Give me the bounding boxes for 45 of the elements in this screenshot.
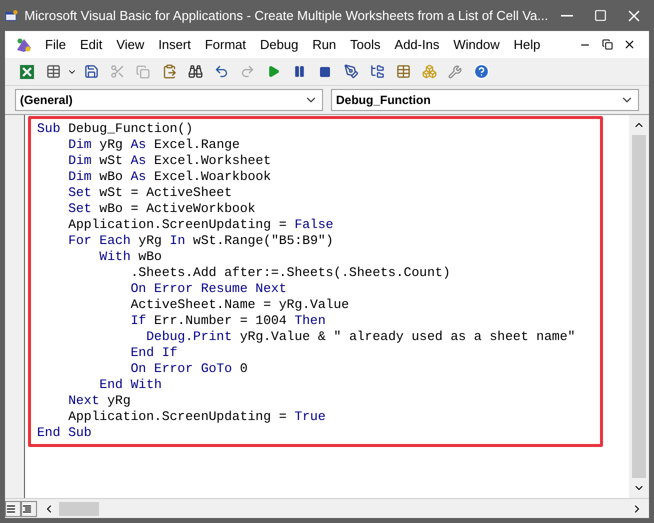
close-icon	[622, 38, 636, 51]
code-line: End If	[130, 345, 178, 361]
menu-item[interactable]: Edit	[74, 34, 108, 54]
menu-item[interactable]: Insert	[152, 34, 197, 54]
code-line: Application.ScreenUpdating = True	[67, 409, 326, 425]
code-line: Set wBo = ActiveWorkbook	[67, 201, 256, 217]
lines-icon	[22, 504, 32, 512]
menu-item[interactable]: Tools	[344, 34, 387, 54]
code-line: ActiveSheet.Name = yRg.Value	[130, 297, 350, 313]
window-title: Microsoft Visual Basic for Applications - Create Multiple Worksheets from a List of Cell Va...	[24, 6, 548, 25]
menu-item[interactable]: Format	[198, 34, 252, 54]
code-line: For Each yRg In wSt.Range("B5:B9")	[67, 233, 334, 249]
menu-item[interactable]: View	[110, 34, 150, 54]
minimize-icon	[561, 14, 574, 16]
menu-item[interactable]: Run	[306, 34, 342, 54]
code-line: Application.ScreenUpdating = False	[67, 217, 334, 233]
restore-icon	[602, 39, 612, 50]
code-line: Sub Debug_Function()	[37, 121, 194, 137]
code-line: With wBo	[98, 249, 162, 265]
maximize-icon	[594, 9, 607, 22]
code-line: .Sheets.Add after:=.Sheets(.Sheets.Count)	[130, 265, 450, 281]
menu-item[interactable]: Window	[447, 34, 506, 54]
module-view-button[interactable]	[21, 500, 37, 516]
menu-item[interactable]: Help	[508, 34, 546, 54]
object-dropdown[interactable]: (General)	[15, 89, 323, 111]
procedure-dropdown[interactable]: Debug_Function	[331, 89, 639, 111]
vba-icon	[15, 36, 33, 54]
lines-icon	[6, 504, 16, 512]
menu-item[interactable]: Add-Ins	[388, 34, 446, 54]
code-line: Dim yRg As Excel.Range	[67, 137, 240, 153]
code-line: Dim wSt As Excel.Worksheet	[67, 153, 272, 169]
code-line: Next yRg	[67, 393, 131, 409]
menu-item[interactable]: Debug	[254, 34, 304, 54]
code-line: Set wSt = ActiveSheet	[67, 185, 232, 201]
procedure-view-button[interactable]	[5, 500, 21, 516]
code-line: End Sub	[37, 425, 92, 441]
code-line: If Err.Number = 1004 Then	[130, 313, 326, 329]
code-line: End With	[98, 377, 162, 393]
code-line: Debug.Print yRg.Value & " already used as a sheet name"	[145, 329, 576, 345]
app-icon	[5, 8, 18, 24]
code-line: On Error GoTo 0	[130, 361, 248, 377]
code-line: On Error Resume Next	[130, 281, 287, 297]
code-line: Dim wBo As Excel.Woarkbook	[67, 169, 272, 185]
scrollbar-thumb[interactable]	[59, 502, 99, 516]
menu-item[interactable]: File	[39, 34, 72, 54]
